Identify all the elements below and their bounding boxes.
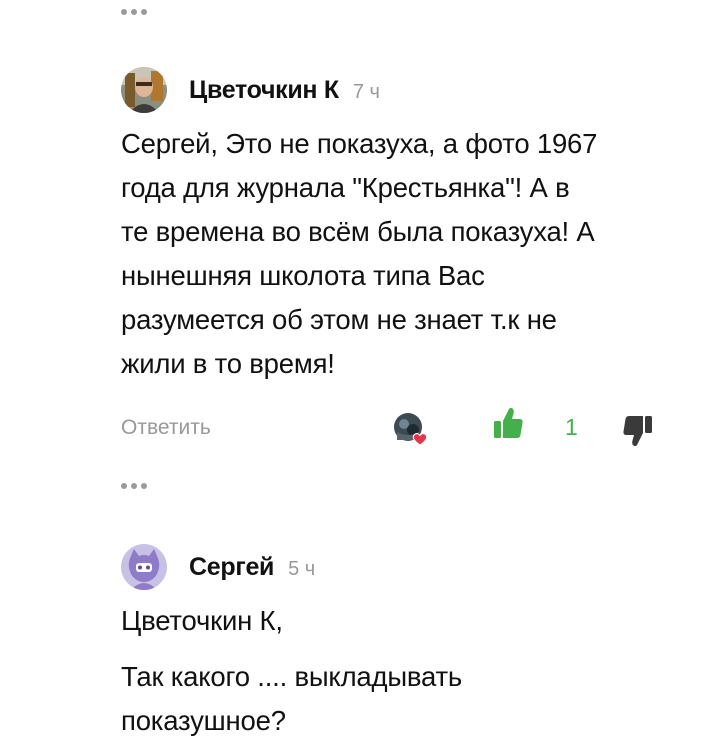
reply-button[interactable]: Ответить bbox=[121, 416, 211, 440]
avatar[interactable] bbox=[121, 544, 167, 590]
comment-body: Цветочкин К, Так какого .... выкладывать… bbox=[121, 599, 691, 743]
avatar[interactable] bbox=[121, 67, 167, 113]
comment-body: Сергей, Это не показуха, а фото 1967 год… bbox=[121, 122, 691, 386]
reaction-avatar[interactable] bbox=[393, 412, 428, 446]
thumbs-down-icon bbox=[623, 416, 652, 447]
dislike-button[interactable] bbox=[622, 414, 654, 448]
comment-paragraph: показушное? bbox=[121, 705, 286, 736]
comment-line: разумеется об этом не знает т.к не bbox=[121, 304, 557, 335]
thumbs-up-icon bbox=[494, 407, 523, 438]
more-dots-icon[interactable] bbox=[121, 480, 151, 492]
comment-header: Цветочкин К 7 ч bbox=[121, 67, 380, 113]
comment-author[interactable]: Сергей bbox=[189, 553, 274, 582]
comment-paragraph: Цветочкин К, bbox=[121, 605, 283, 636]
like-count: 1 bbox=[565, 414, 578, 440]
comment-line: года для журнала "Крестьянка"! А в bbox=[121, 172, 570, 203]
comment-line: те времена во всём была показуха! А bbox=[121, 216, 595, 247]
comment-header: Сергей 5 ч bbox=[121, 544, 315, 590]
comment-author[interactable]: Цветочкин К bbox=[189, 76, 339, 105]
like-button[interactable] bbox=[492, 406, 524, 440]
comment-time: 5 ч bbox=[288, 557, 316, 580]
comment-paragraph: Так какого .... выкладывать bbox=[121, 661, 463, 692]
more-dots-icon[interactable] bbox=[121, 6, 151, 18]
comment-line: Сергей, Это не показуха, а фото 1967 bbox=[121, 128, 598, 159]
comment-line: нынешняя школота типа Вас bbox=[121, 260, 485, 291]
comment-time: 7 ч bbox=[352, 80, 380, 103]
comment-line: жили в то время! bbox=[121, 348, 335, 379]
heart-icon bbox=[412, 433, 428, 446]
